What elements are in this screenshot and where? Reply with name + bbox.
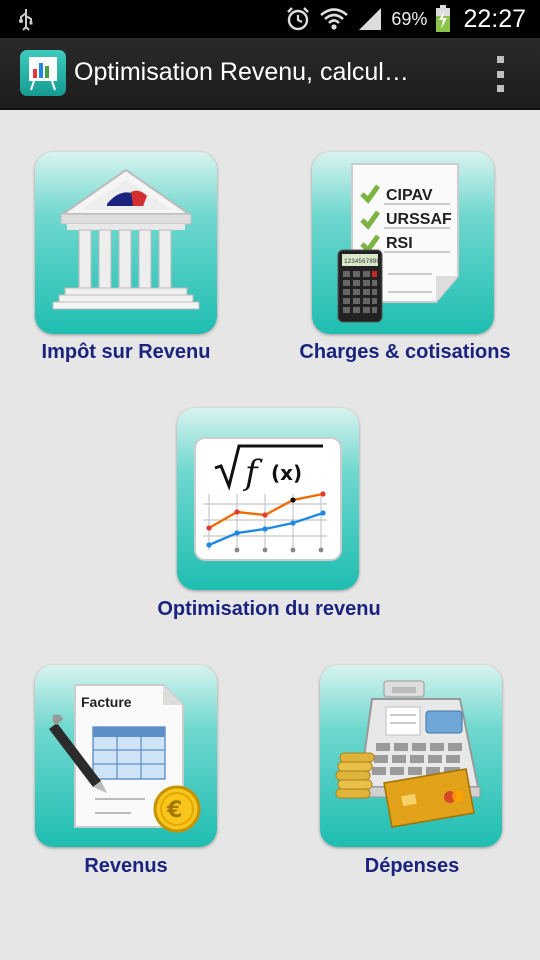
clock: 22:27	[463, 4, 526, 33]
cash-register-icon	[335, 680, 481, 828]
tile-optimisation-button[interactable]: f (x)	[177, 408, 359, 590]
battery-percent: 69%	[391, 8, 428, 29]
usb-icon	[19, 9, 33, 31]
euro-coin-icon: €	[153, 785, 201, 833]
tile-impot-label[interactable]: Impôt sur Revenu	[6, 341, 246, 364]
tile-charges-button[interactable]: CIPAV URSSAF RSI 1234567890	[312, 152, 494, 334]
tile-revenus-label[interactable]: Revenus	[6, 855, 246, 878]
alarm-icon	[287, 7, 310, 31]
checklist-calculator-icon: CIPAV URSSAF RSI 1234567890	[337, 163, 459, 323]
overflow-menu-icon[interactable]	[488, 56, 512, 92]
calculator-display: 1234567890	[344, 258, 380, 265]
tile-depenses-button[interactable]	[320, 665, 502, 847]
status-bar: 69% 22:27	[0, 0, 540, 38]
calculator-icon: 1234567890	[337, 249, 383, 323]
tile-depenses-label[interactable]: Dépenses	[292, 855, 532, 878]
tile-charges-label[interactable]: Charges & cotisations	[272, 341, 538, 364]
checklist-item-rsi: RSI	[386, 235, 413, 252]
coin-stack-icon	[335, 752, 375, 799]
tile-optimisation-label[interactable]: Optimisation du revenu	[130, 598, 408, 621]
checklist-item-cipav: CIPAV	[386, 187, 433, 204]
tile-impot-button[interactable]	[35, 152, 217, 334]
action-bar: Optimisation Revenu, calcul…	[0, 38, 540, 110]
app-title: Optimisation Revenu, calcul…	[74, 58, 409, 86]
invoice-title: Facture	[81, 694, 132, 710]
checklist-item-urssaf: URSSAF	[386, 211, 452, 228]
invoice-pen-icon: Facture €	[49, 684, 201, 833]
wifi-icon	[320, 8, 349, 30]
government-building-icon	[52, 168, 200, 310]
function-chart-icon: f (x)	[194, 437, 342, 561]
chart-board-icon	[29, 57, 57, 91]
battery-charging-icon	[436, 5, 451, 32]
app-icon[interactable]	[20, 50, 66, 96]
formula-x: (x)	[271, 461, 302, 485]
signal-icon	[359, 8, 382, 30]
tile-revenus-button[interactable]: Facture €	[35, 665, 217, 847]
svg-text:€: €	[166, 798, 182, 823]
